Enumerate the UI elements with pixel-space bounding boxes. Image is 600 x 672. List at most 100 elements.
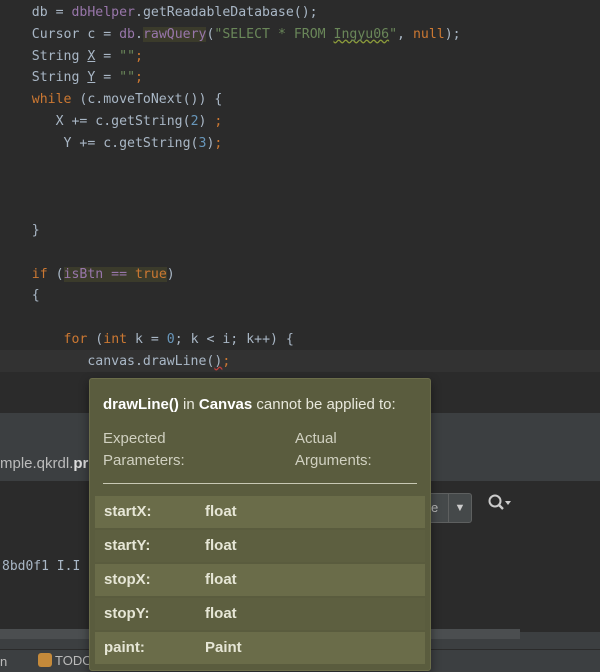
parameter-row: paint: Paint: [95, 632, 425, 664]
code-token: null: [412, 26, 445, 42]
parameter-row: stopX: float: [95, 564, 425, 596]
log-line: 8bd0f1 I.I: [2, 559, 81, 574]
expected-parameters-header: Expected Parameters:: [103, 428, 185, 472]
parameter-name: stopX:: [104, 571, 151, 588]
expected-header-line2: Parameters:: [103, 452, 185, 469]
code-token: "": [119, 48, 136, 64]
parameter-name: stopY:: [104, 605, 150, 622]
tooltip-class: Canvas: [198, 396, 253, 413]
code-token: .: [134, 26, 143, 42]
parameter-name: startY:: [104, 537, 151, 554]
todo-tool-button[interactable]: TODO: [38, 653, 92, 668]
expected-header-line1: Expected: [103, 430, 166, 447]
log-filter-value: e: [431, 500, 439, 515]
process-name: mple.qkrdl.: [0, 455, 74, 472]
actual-header-line2: Arguments:: [295, 452, 372, 469]
code-token: ;: [222, 353, 231, 369]
code-token: db =: [0, 5, 72, 20]
code-token: dbHelper: [71, 5, 135, 20]
code-token: ;: [214, 114, 223, 129]
parameter-row: startX: float: [95, 496, 425, 528]
code-token: if: [31, 266, 48, 282]
code-token: for: [63, 332, 88, 347]
code-token: ;: [214, 135, 223, 151]
code-token: {: [0, 288, 40, 304]
code-token: =: [95, 70, 120, 86]
parameter-type: float: [205, 605, 237, 622]
code-token: (: [87, 332, 104, 347]
code-token: );: [444, 26, 461, 42]
todo-icon: [38, 653, 52, 667]
code-line: Y += c.getString(3);: [0, 133, 223, 155]
tooltip-in: in: [178, 396, 199, 413]
code-line: canvas.drawLine();: [0, 351, 230, 373]
parameter-name: startX:: [104, 503, 152, 520]
search-icon-graphic: [488, 494, 511, 510]
code-token: 0: [166, 332, 175, 347]
parameter-info-tooltip: drawLine() in Canvas cannot be applied t…: [89, 378, 431, 671]
code-token: "": [119, 70, 136, 86]
code-line: while (c.moveToNext()) {: [0, 89, 223, 111]
code-token: ): [166, 266, 175, 282]
code-line: for (int k = 0; k < i; k++) {: [0, 329, 294, 351]
actual-header-line1: Actual: [295, 430, 337, 447]
code-line: Cursor c = db.rawQuery("SELECT * FROM In…: [0, 24, 461, 46]
code-token: String: [0, 48, 88, 64]
parameter-name: paint:: [104, 639, 145, 656]
code-token: ): [198, 114, 215, 129]
code-line: String Y = "";: [0, 67, 143, 89]
code-token: X += c.getString(: [0, 114, 191, 129]
code-token: int: [103, 332, 128, 347]
code-token: k =: [127, 332, 167, 347]
code-line: db = dbHelper.getReadableDatabase();: [0, 2, 318, 24]
tooltip-title: drawLine() in Canvas cannot be applied t…: [103, 396, 396, 413]
process-name-bold: pr: [73, 455, 89, 472]
code-token: ;: [135, 48, 143, 64]
parameter-type: float: [205, 537, 237, 554]
process-selector[interactable]: mple.qkrdl.pr: [0, 455, 88, 472]
chevron-down-icon: ▼: [448, 494, 471, 522]
code-token: (c.moveToNext()) {: [71, 92, 223, 108]
code-line: }: [0, 220, 40, 242]
code-token: 2: [190, 114, 199, 129]
code-token: Ingyu06: [333, 26, 390, 42]
code-token: canvas.drawLine(: [0, 353, 215, 369]
code-token: while: [31, 92, 72, 108]
parameter-type: float: [205, 571, 237, 588]
search-icon[interactable]: [483, 493, 517, 523]
code-token: db: [119, 26, 135, 42]
parameter-type: float: [205, 503, 237, 520]
code-token: ;: [135, 70, 143, 86]
code-token: ,: [397, 26, 413, 42]
parameter-row: startY: float: [95, 530, 425, 562]
tooltip-divider: [103, 483, 417, 484]
code-line: String X = "";: [0, 46, 143, 68]
code-token: ": [389, 26, 398, 42]
code-token: rawQuery: [142, 26, 207, 42]
code-line: X += c.getString(2) ;: [0, 111, 223, 133]
code-token: isBtn ==: [63, 266, 136, 282]
code-token: .getReadableDatabase();: [135, 5, 318, 20]
code-token: Cursor c =: [0, 26, 120, 42]
code-token: true: [135, 266, 167, 282]
code-line: if (isBtn == true): [0, 264, 175, 286]
tooltip-method: drawLine(): [103, 396, 179, 413]
code-editor[interactable]: db = dbHelper.getReadableDatabase(); Cur…: [0, 0, 600, 413]
code-token: "SELECT * FROM: [214, 26, 334, 42]
code-token: (: [47, 266, 64, 282]
todo-label: TODO: [55, 653, 93, 668]
tooltip-suffix: cannot be applied to:: [252, 396, 396, 413]
code-token: =: [95, 48, 120, 64]
code-token: String: [0, 70, 88, 86]
code-token: ; k < i; k++) {: [174, 332, 294, 347]
status-bar-item[interactable]: n: [0, 654, 7, 669]
actual-arguments-header: Actual Arguments:: [295, 428, 372, 472]
parameter-row: stopY: float: [95, 598, 425, 630]
parameter-type: Paint: [205, 639, 242, 656]
code-token: Y += c.getString(: [0, 135, 199, 151]
code-line: {: [0, 285, 40, 307]
code-token: }: [0, 223, 40, 238]
